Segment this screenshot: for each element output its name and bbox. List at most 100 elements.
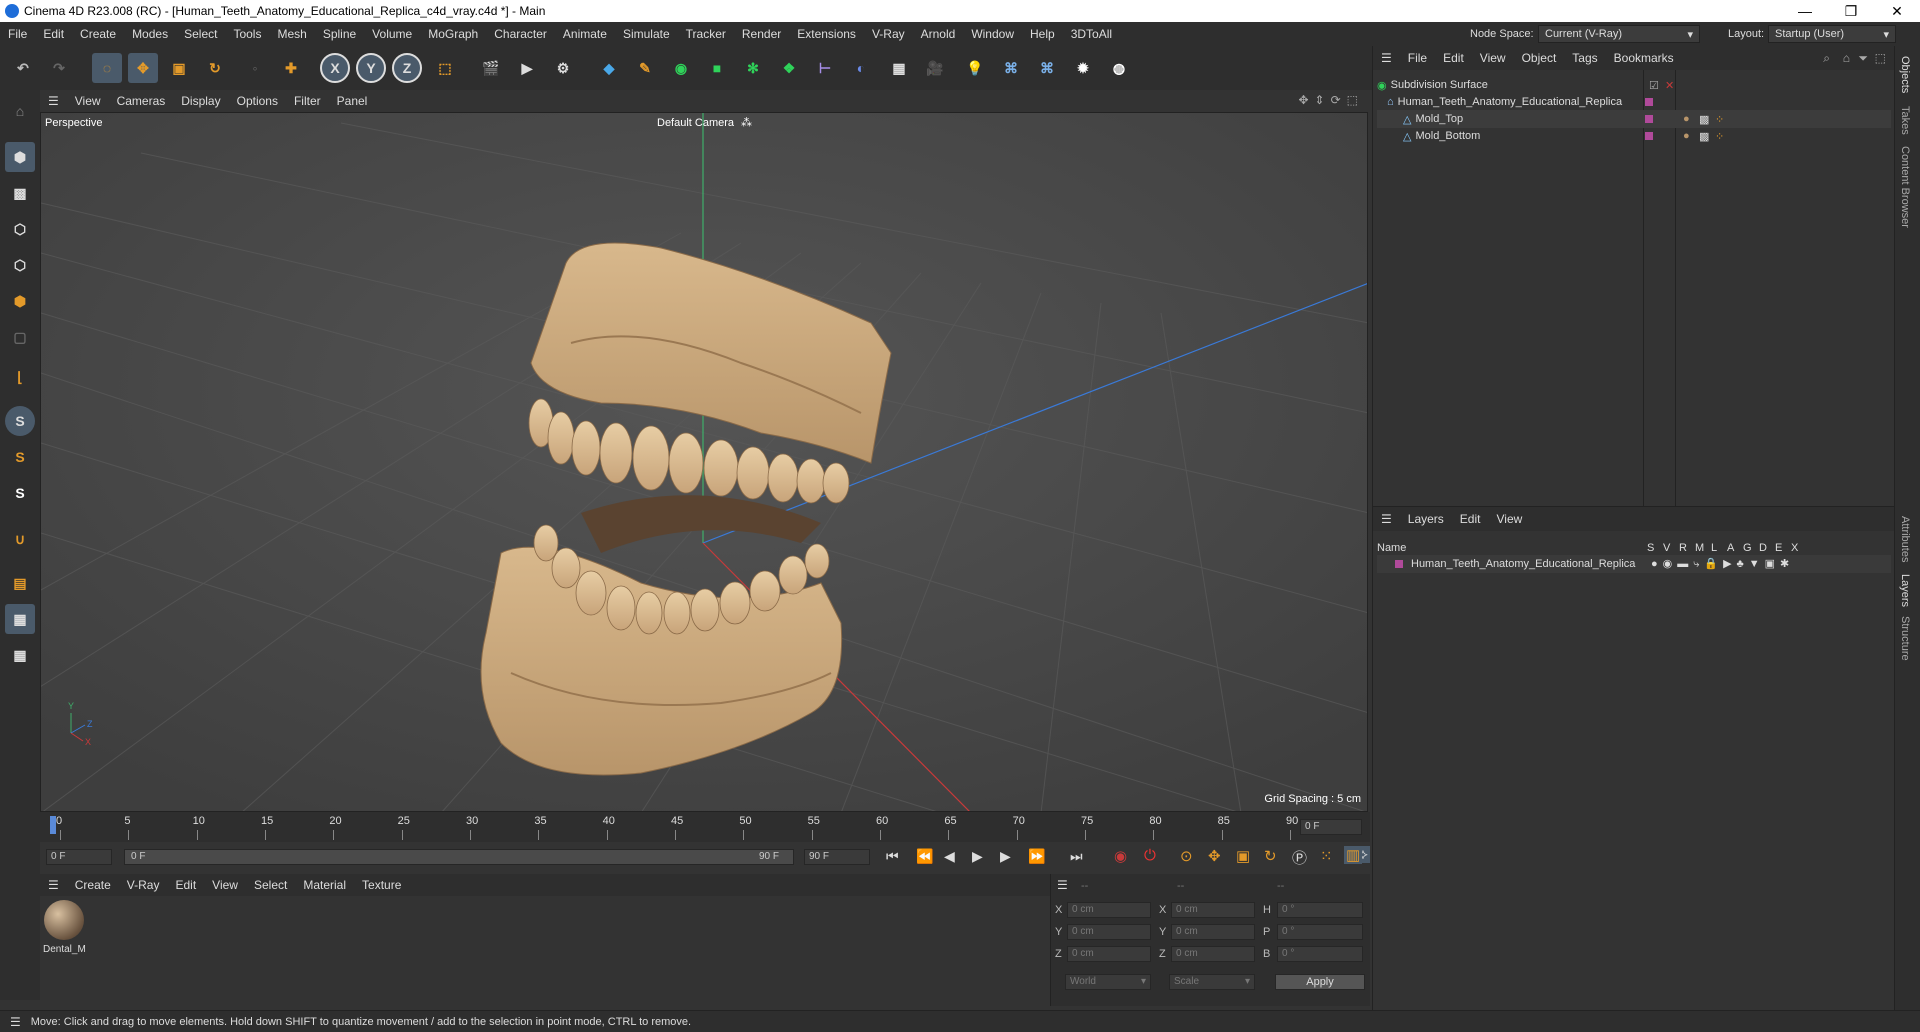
material-tag-icon[interactable]: ● [1683,113,1690,125]
record-icon[interactable]: ◉ [1114,847,1127,865]
viewport-menu-cameras[interactable]: Cameras [109,94,174,108]
column-generators[interactable]: G [1743,542,1752,554]
floor-icon[interactable]: ▦ [884,53,914,83]
object-menu-object[interactable]: Object [1514,51,1565,65]
workplane-icon[interactable]: ▤ [5,568,35,598]
object-row-mold-bottom[interactable]: △ Mold_Bottom ● ▩ ⁘ [1377,127,1891,145]
column-locked[interactable]: L [1711,542,1717,554]
go-to-end-icon[interactable]: ⏭ [1070,848,1083,865]
material-menu-vray[interactable]: V-Ray [119,878,168,892]
field-icon[interactable]: ◐ [846,53,876,83]
pos-x-field[interactable]: 0 cm [1067,902,1151,918]
edit-check-icon[interactable]: ☑ [1649,79,1659,92]
undo-button[interactable]: ↶ [8,53,38,83]
make-editable-icon[interactable]: ⌂ [5,96,35,126]
viewport-camera-name[interactable]: Default Camera [657,117,734,129]
python-script-icon[interactable]: ⌘ [1032,53,1062,83]
mograph-icon[interactable]: ❖ [774,53,804,83]
menu-select[interactable]: Select [176,27,225,41]
material-menu-view[interactable]: View [204,878,246,892]
key-pla-icon[interactable]: ⁙ [1320,847,1333,865]
viewport-menu-options[interactable]: Options [229,94,286,108]
vray-tag-icon[interactable]: ⁘ [1715,113,1724,126]
coordinate-system-icon[interactable]: ⬚ [430,53,460,83]
live-selection-icon[interactable]: ◌ [92,53,122,83]
tab-objects[interactable]: Objects [1899,56,1911,93]
select-tool-icon[interactable]: ◦ [240,53,270,83]
menu-mograph[interactable]: MoGraph [420,27,486,41]
autokey-icon[interactable]: ⏻ [1144,847,1156,864]
menu-help[interactable]: Help [1022,27,1063,41]
search-icon[interactable]: ⌕ [1823,51,1830,66]
menu-tools[interactable]: Tools [225,27,269,41]
move-tool-icon[interactable]: ✥ [128,53,158,83]
viewport-menu-panel[interactable]: Panel [329,94,376,108]
workplane-snap-icon[interactable]: S [5,478,35,508]
viewport-menu-view[interactable]: View [67,94,109,108]
polygons-mode-icon[interactable]: ⬢ [5,286,35,316]
next-frame-icon[interactable]: ▶ [1000,848,1011,865]
layer-color-icon[interactable] [1645,115,1653,123]
scale-tool-icon[interactable]: ▣ [164,53,194,83]
rot-h-field[interactable]: 0 ° [1277,902,1363,918]
start-frame-field[interactable]: 0 F [46,849,112,865]
add-object-icon[interactable]: ✚ [276,53,306,83]
locked-workplane-icon[interactable]: ▦ [5,640,35,670]
menu-arnold[interactable]: Arnold [913,27,964,41]
texture-mode-icon[interactable]: ▩ [5,178,35,208]
home-icon[interactable]: ⌂ [1843,51,1850,65]
points-mode-icon[interactable]: ⬡ [5,214,35,244]
axis-mode-icon[interactable]: ⌊ [5,362,35,392]
layer-toggle-icons[interactable]: ●◉▬⤷🔒▶♣▼▣✱ [1651,557,1794,571]
menu-character[interactable]: Character [486,27,555,41]
light-icon[interactable]: 💡 [960,53,990,83]
tab-takes[interactable]: Takes [1899,106,1911,135]
render-settings-icon[interactable]: ⚙ [548,53,578,83]
pos-z-field[interactable]: 0 cm [1067,946,1151,962]
column-render[interactable]: R [1679,542,1687,554]
camera-icon[interactable]: 🎥 [920,53,950,83]
rot-b-field[interactable]: 0 ° [1277,946,1363,962]
tab-layers[interactable]: Layers [1899,574,1911,607]
previous-key-icon[interactable]: ⏪ [916,848,933,865]
node-space-dropdown[interactable]: Current (V-Ray) ▾ [1538,25,1700,43]
key-position-icon[interactable]: ✥ [1208,847,1221,865]
material-menu-edit[interactable]: Edit [167,878,204,892]
go-to-start-icon[interactable]: ⏮ [886,848,899,865]
snap-settings-icon[interactable]: S [5,442,35,472]
subdivision-icon[interactable]: ◉ [666,53,696,83]
filter-icon[interactable]: ⏷ [1858,51,1868,66]
layer-color-icon[interactable] [1395,560,1403,568]
scale-dropdown[interactable]: Scale ▾ [1169,974,1255,990]
object-menu-file[interactable]: File [1400,51,1435,65]
menu-edit[interactable]: Edit [35,27,72,41]
world-dropdown[interactable]: World ▾ [1065,974,1151,990]
material-menu-texture[interactable]: Texture [354,878,409,892]
uv-tag-icon[interactable]: ▩ [1699,113,1709,126]
hamburger-icon[interactable]: ☰ [40,94,67,108]
maximize-button[interactable]: ❐ [1828,0,1874,22]
viewport-menu-display[interactable]: Display [173,94,228,108]
key-parameter-icon[interactable]: Ⓟ [1292,847,1307,868]
menu-mesh[interactable]: Mesh [269,27,314,41]
snap-icon[interactable]: S [5,406,35,436]
menu-file[interactable]: File [0,27,35,41]
playhead[interactable] [50,816,56,834]
pos-y-field[interactable]: 0 cm [1067,924,1151,940]
layout-dropdown[interactable]: Startup (User) ▾ [1768,25,1896,43]
object-row-human-teeth[interactable]: ⌂ Human_Teeth_Anatomy_Educational_Replic… [1387,93,1891,111]
camera-link-icon[interactable]: ⁂ [741,116,752,129]
column-solo[interactable]: S [1647,542,1654,554]
y-axis-lock-icon[interactable]: Y [356,53,386,83]
menu-3dtoall[interactable]: 3DToAll [1063,27,1120,41]
uv-tag-icon[interactable]: ▩ [1699,130,1709,143]
next-key-icon[interactable]: ⏩ [1028,848,1045,865]
edges-mode-icon[interactable]: ⬡ [5,250,35,280]
hamburger-icon[interactable]: ☰ [1373,512,1400,526]
delete-icon[interactable]: ✕ [1665,79,1674,92]
menu-animate[interactable]: Animate [555,27,615,41]
cloner-icon[interactable]: ✻ [738,53,768,83]
material-menu-create[interactable]: Create [67,878,119,892]
column-expressions[interactable]: E [1775,542,1782,554]
expand-icon[interactable]: ⬚ [1875,51,1886,65]
